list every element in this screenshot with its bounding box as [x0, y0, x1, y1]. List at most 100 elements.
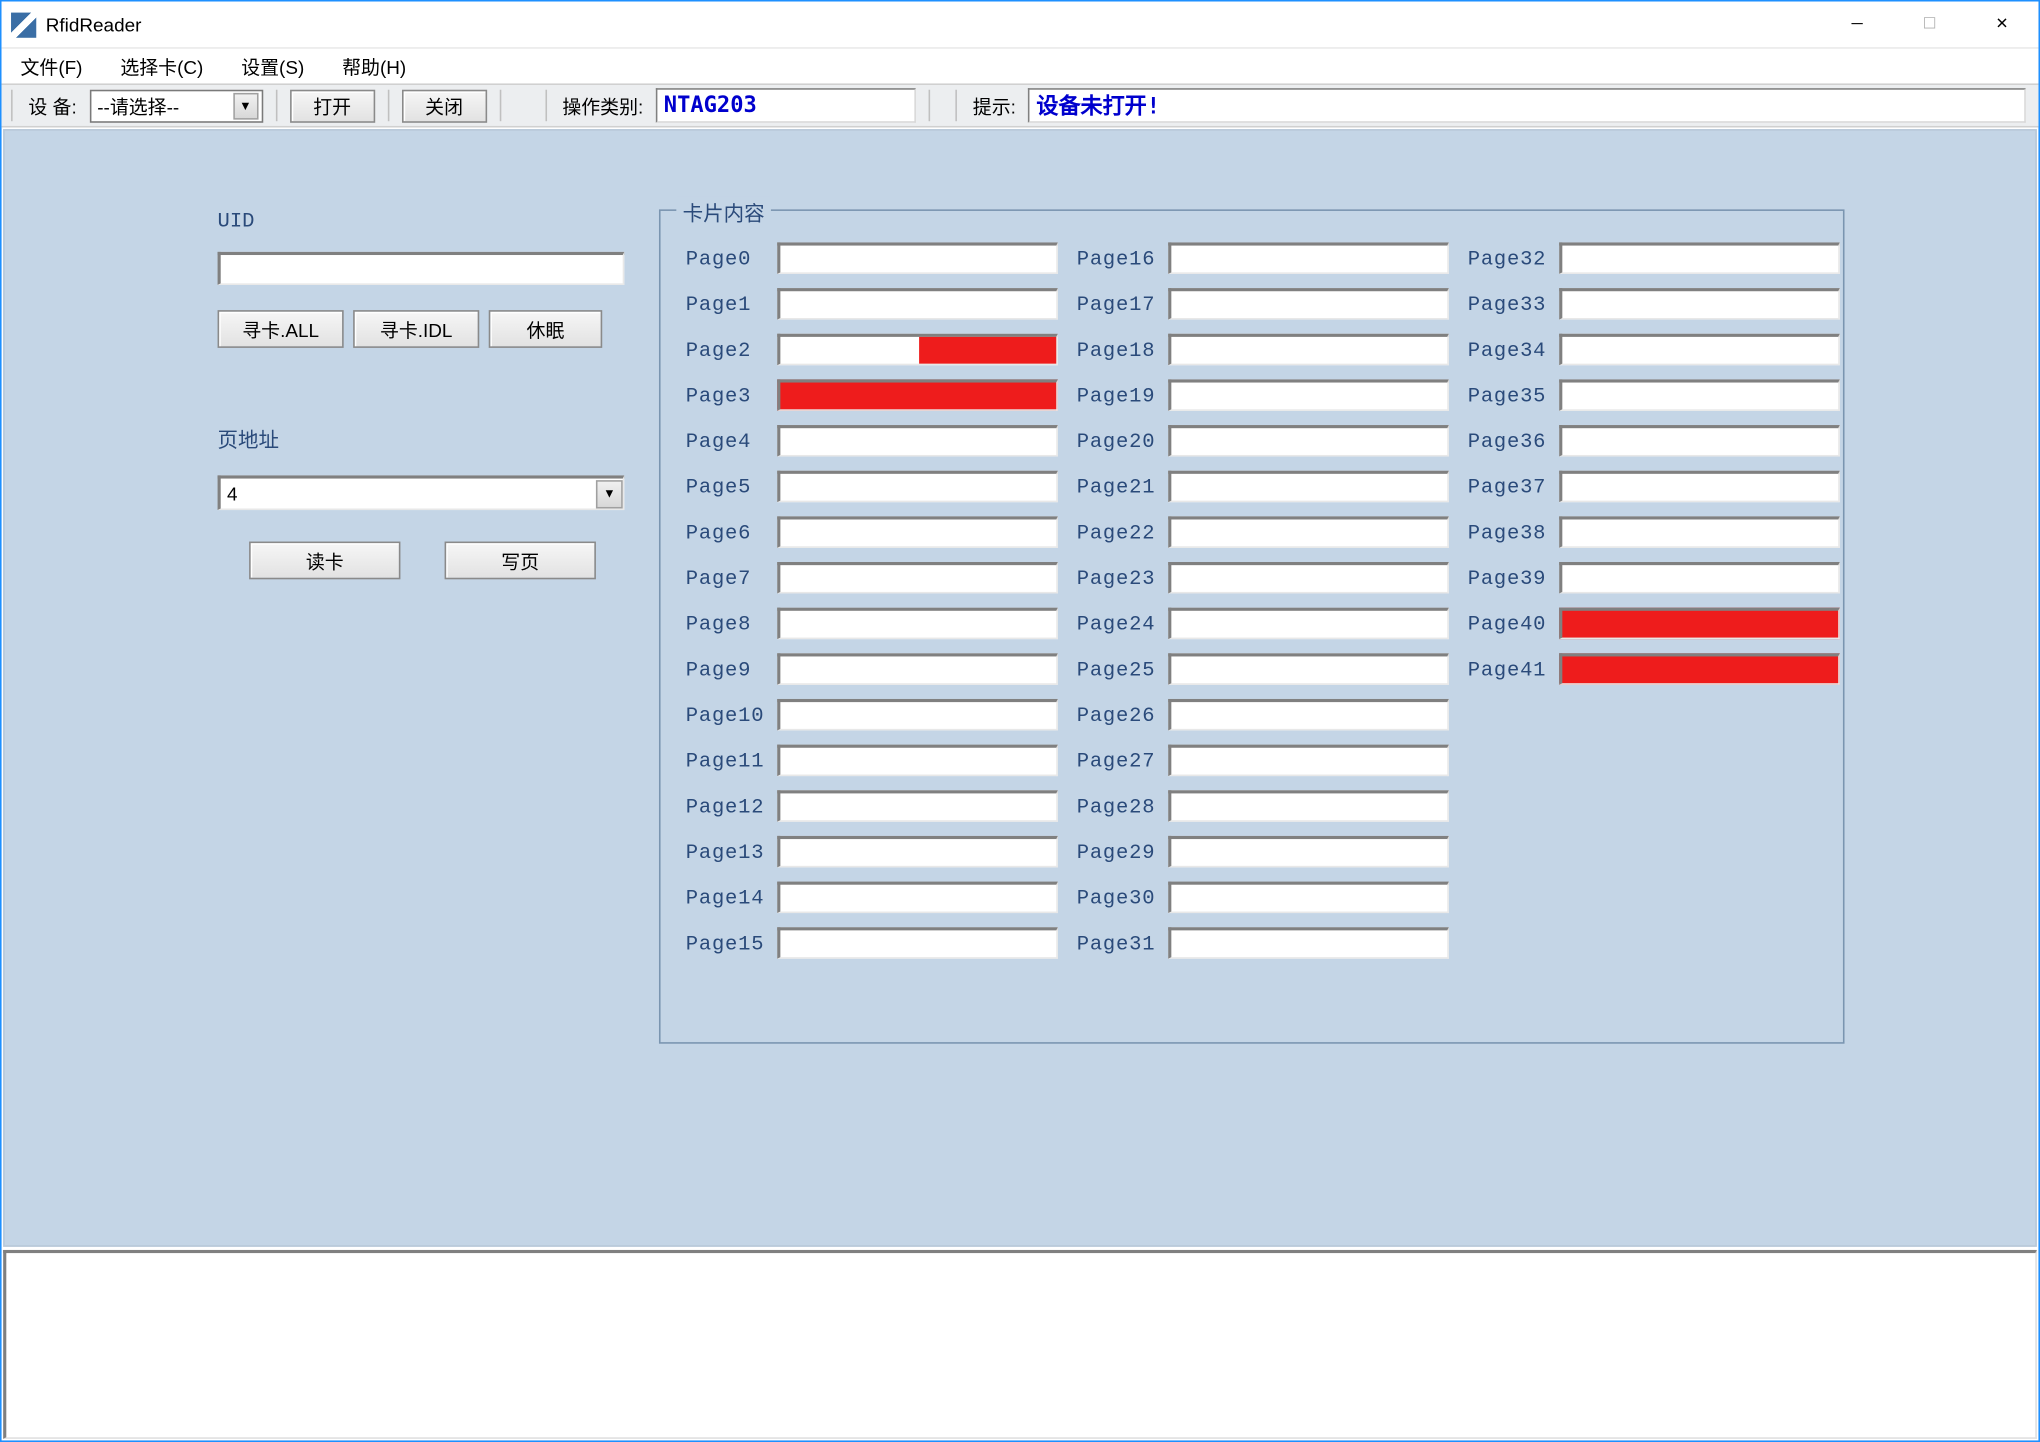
write-page-button[interactable]: 写页 [445, 542, 596, 580]
page-input-35[interactable] [1559, 379, 1840, 410]
toolbar-sep [499, 90, 501, 121]
page-row: Page13 [686, 836, 1058, 867]
log-textarea[interactable] [3, 1250, 2037, 1439]
page-input-20[interactable] [1168, 425, 1449, 456]
page-input-15[interactable] [777, 927, 1058, 958]
page-row: Page39 [1468, 562, 1840, 593]
page-input-26[interactable] [1168, 699, 1449, 730]
page-input-40[interactable] [1559, 608, 1840, 639]
hint-value: 设备未打开! [1036, 90, 1160, 121]
page-row: Page37 [1468, 471, 1840, 502]
page-input-25[interactable] [1168, 653, 1449, 684]
op-type-label: 操作类别: [559, 92, 646, 119]
page-input-32[interactable] [1559, 242, 1840, 273]
open-button[interactable]: 打开 [290, 89, 375, 122]
page-input-8[interactable] [777, 608, 1058, 639]
page-input-5[interactable] [777, 471, 1058, 502]
page-input-30[interactable] [1168, 882, 1449, 913]
menu-select-card[interactable]: 选择卡(C) [108, 50, 216, 83]
page-input-9[interactable] [777, 653, 1058, 684]
maximize-button: ☐ [1893, 2, 1966, 48]
page-input-1[interactable] [777, 288, 1058, 319]
page-input-7[interactable] [777, 562, 1058, 593]
page-label: Page29 [1077, 840, 1156, 864]
page-label: Page25 [1077, 657, 1156, 681]
page-input-6[interactable] [777, 516, 1058, 547]
page-input-19[interactable] [1168, 379, 1449, 410]
page-input-36[interactable] [1559, 425, 1840, 456]
page-input-34[interactable] [1559, 334, 1840, 365]
page-input-red-half [918, 337, 1056, 364]
page-row: Page22 [1077, 516, 1449, 547]
minimize-button[interactable]: ─ [1821, 2, 1894, 48]
page-input-23[interactable] [1168, 562, 1449, 593]
hint-field: 设备未打开! [1028, 88, 2025, 123]
page-input-39[interactable] [1559, 562, 1840, 593]
toolbar-sep [545, 90, 547, 121]
chevron-down-icon: ▼ [233, 92, 258, 119]
page-input-3[interactable] [777, 379, 1058, 410]
read-card-button[interactable]: 读卡 [249, 542, 400, 580]
close-device-button[interactable]: 关闭 [402, 89, 487, 122]
toolbar-sep [929, 90, 931, 121]
page-input-11[interactable] [777, 745, 1058, 776]
page-input-41[interactable] [1559, 653, 1840, 684]
menubar: 文件(F) 选择卡(C) 设置(S) 帮助(H) [2, 49, 2039, 84]
page-label: Page28 [1077, 794, 1156, 818]
page-input-33[interactable] [1559, 288, 1840, 319]
page-input-0[interactable] [777, 242, 1058, 273]
page-row: Page34 [1468, 334, 1840, 365]
page-row: Page24 [1077, 608, 1449, 639]
page-input-28[interactable] [1168, 790, 1449, 821]
sleep-button[interactable]: 休眠 [489, 310, 603, 348]
toolbar-sep [955, 90, 957, 121]
page-input-38[interactable] [1559, 516, 1840, 547]
menu-settings[interactable]: 设置(S) [229, 50, 317, 83]
page-input-27[interactable] [1168, 745, 1449, 776]
page-row: Page1 [686, 288, 1058, 319]
page-input-24[interactable] [1168, 608, 1449, 639]
page-input-4[interactable] [777, 425, 1058, 456]
page-input-2[interactable] [777, 334, 1058, 365]
uid-input[interactable] [218, 252, 625, 285]
page-label: Page32 [1468, 246, 1547, 270]
page-input-31[interactable] [1168, 927, 1449, 958]
page-input-10[interactable] [777, 699, 1058, 730]
find-all-button[interactable]: 寻卡.ALL [218, 310, 344, 348]
page-label: Page24 [1077, 612, 1156, 636]
page-label: Page27 [1077, 749, 1156, 773]
page-label: Page8 [686, 612, 765, 636]
page-input-37[interactable] [1559, 471, 1840, 502]
page-row: Page18 [1077, 334, 1449, 365]
page-input-16[interactable] [1168, 242, 1449, 273]
page-input-13[interactable] [777, 836, 1058, 867]
page-input-17[interactable] [1168, 288, 1449, 319]
page-row: Page0 [686, 242, 1058, 273]
device-select[interactable]: --请选择-- ▼ [89, 89, 262, 122]
group-title: 卡片内容 [676, 197, 771, 227]
page-row: Page36 [1468, 425, 1840, 456]
page-row: Page25 [1077, 653, 1449, 684]
page-input-12[interactable] [777, 790, 1058, 821]
page-label: Page39 [1468, 566, 1547, 590]
page-input-14[interactable] [777, 882, 1058, 913]
page-input-22[interactable] [1168, 516, 1449, 547]
page-address-select[interactable]: 4 ▼ [218, 475, 625, 510]
page-input-21[interactable] [1168, 471, 1449, 502]
menu-file[interactable]: 文件(F) [8, 50, 95, 83]
page-input-18[interactable] [1168, 334, 1449, 365]
close-button[interactable]: ✕ [1966, 2, 2039, 48]
menu-help[interactable]: 帮助(H) [329, 50, 418, 83]
uid-section: UID 寻卡.ALL 寻卡.IDL 休眠 [218, 209, 628, 348]
op-type-field[interactable]: NTAG203 [656, 88, 916, 123]
page-input-29[interactable] [1168, 836, 1449, 867]
app-window: RfidReader ─ ☐ ✕ 文件(F) 选择卡(C) 设置(S) 帮助(H… [0, 0, 2040, 1442]
uid-label: UID [218, 209, 628, 233]
page-row: Page35 [1468, 379, 1840, 410]
page-row: Page8 [686, 608, 1058, 639]
page-label: Page20 [1077, 429, 1156, 453]
page-label: Page14 [686, 886, 765, 910]
find-idl-button[interactable]: 寻卡.IDL [353, 310, 479, 348]
page-row: Page6 [686, 516, 1058, 547]
page-label: Page21 [1077, 475, 1156, 499]
